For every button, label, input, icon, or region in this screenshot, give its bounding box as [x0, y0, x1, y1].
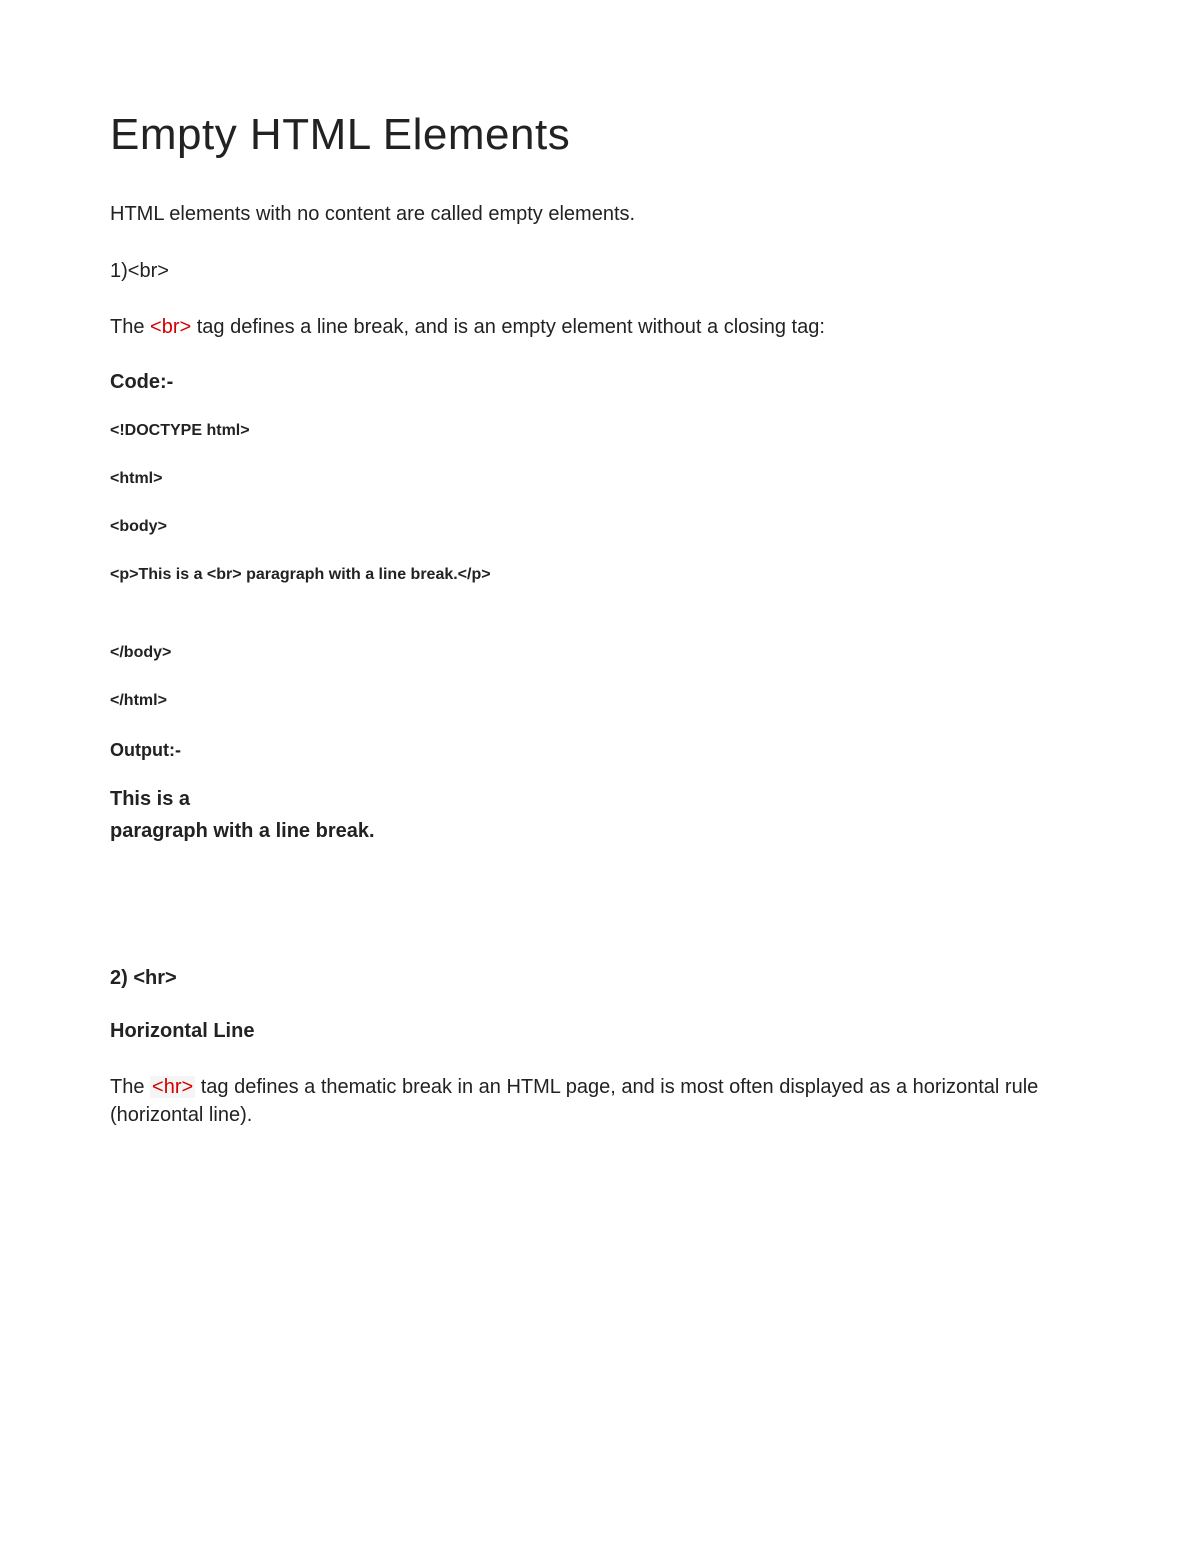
code-line-doctype: <!DOCTYPE html>	[110, 422, 1090, 440]
hr-tag-code: <hr>	[150, 1076, 195, 1098]
code-line-html-close: </html>	[110, 692, 1090, 710]
output-text: This is a paragraph with a line break.	[110, 783, 1090, 847]
code-line-body-close: </body>	[110, 644, 1090, 662]
section2-subtitle: Horizontal Line	[110, 1020, 1090, 1043]
section2-number: 2) <hr>	[110, 967, 1090, 990]
code-line-paragraph: <p>This is a <br> paragraph with a line …	[110, 566, 1090, 584]
section2-desc-post: tag defines a thematic break in an HTML …	[110, 1076, 1038, 1126]
section1-number: 1)<br>	[110, 260, 1090, 283]
code-label: Code:-	[110, 371, 1090, 394]
br-tag-code: <br>	[150, 316, 191, 338]
page-title: Empty HTML Elements	[110, 110, 1090, 160]
output-line2: paragraph with a line break.	[110, 820, 375, 842]
section2-description: The <hr> tag defines a thematic break in…	[110, 1073, 1090, 1129]
code-line-html-open: <html>	[110, 470, 1090, 488]
output-label: Output:-	[110, 740, 1090, 761]
code-line-body-open: <body>	[110, 518, 1090, 536]
section1-desc-pre: The	[110, 316, 150, 338]
section1-desc-post: tag defines a line break, and is an empt…	[191, 316, 825, 338]
section2-desc-pre: The	[110, 1076, 150, 1098]
output-line1: This is a	[110, 788, 190, 810]
intro-paragraph: HTML elements with no content are called…	[110, 200, 1090, 228]
section1-description: The <br> tag defines a line break, and i…	[110, 313, 1090, 341]
